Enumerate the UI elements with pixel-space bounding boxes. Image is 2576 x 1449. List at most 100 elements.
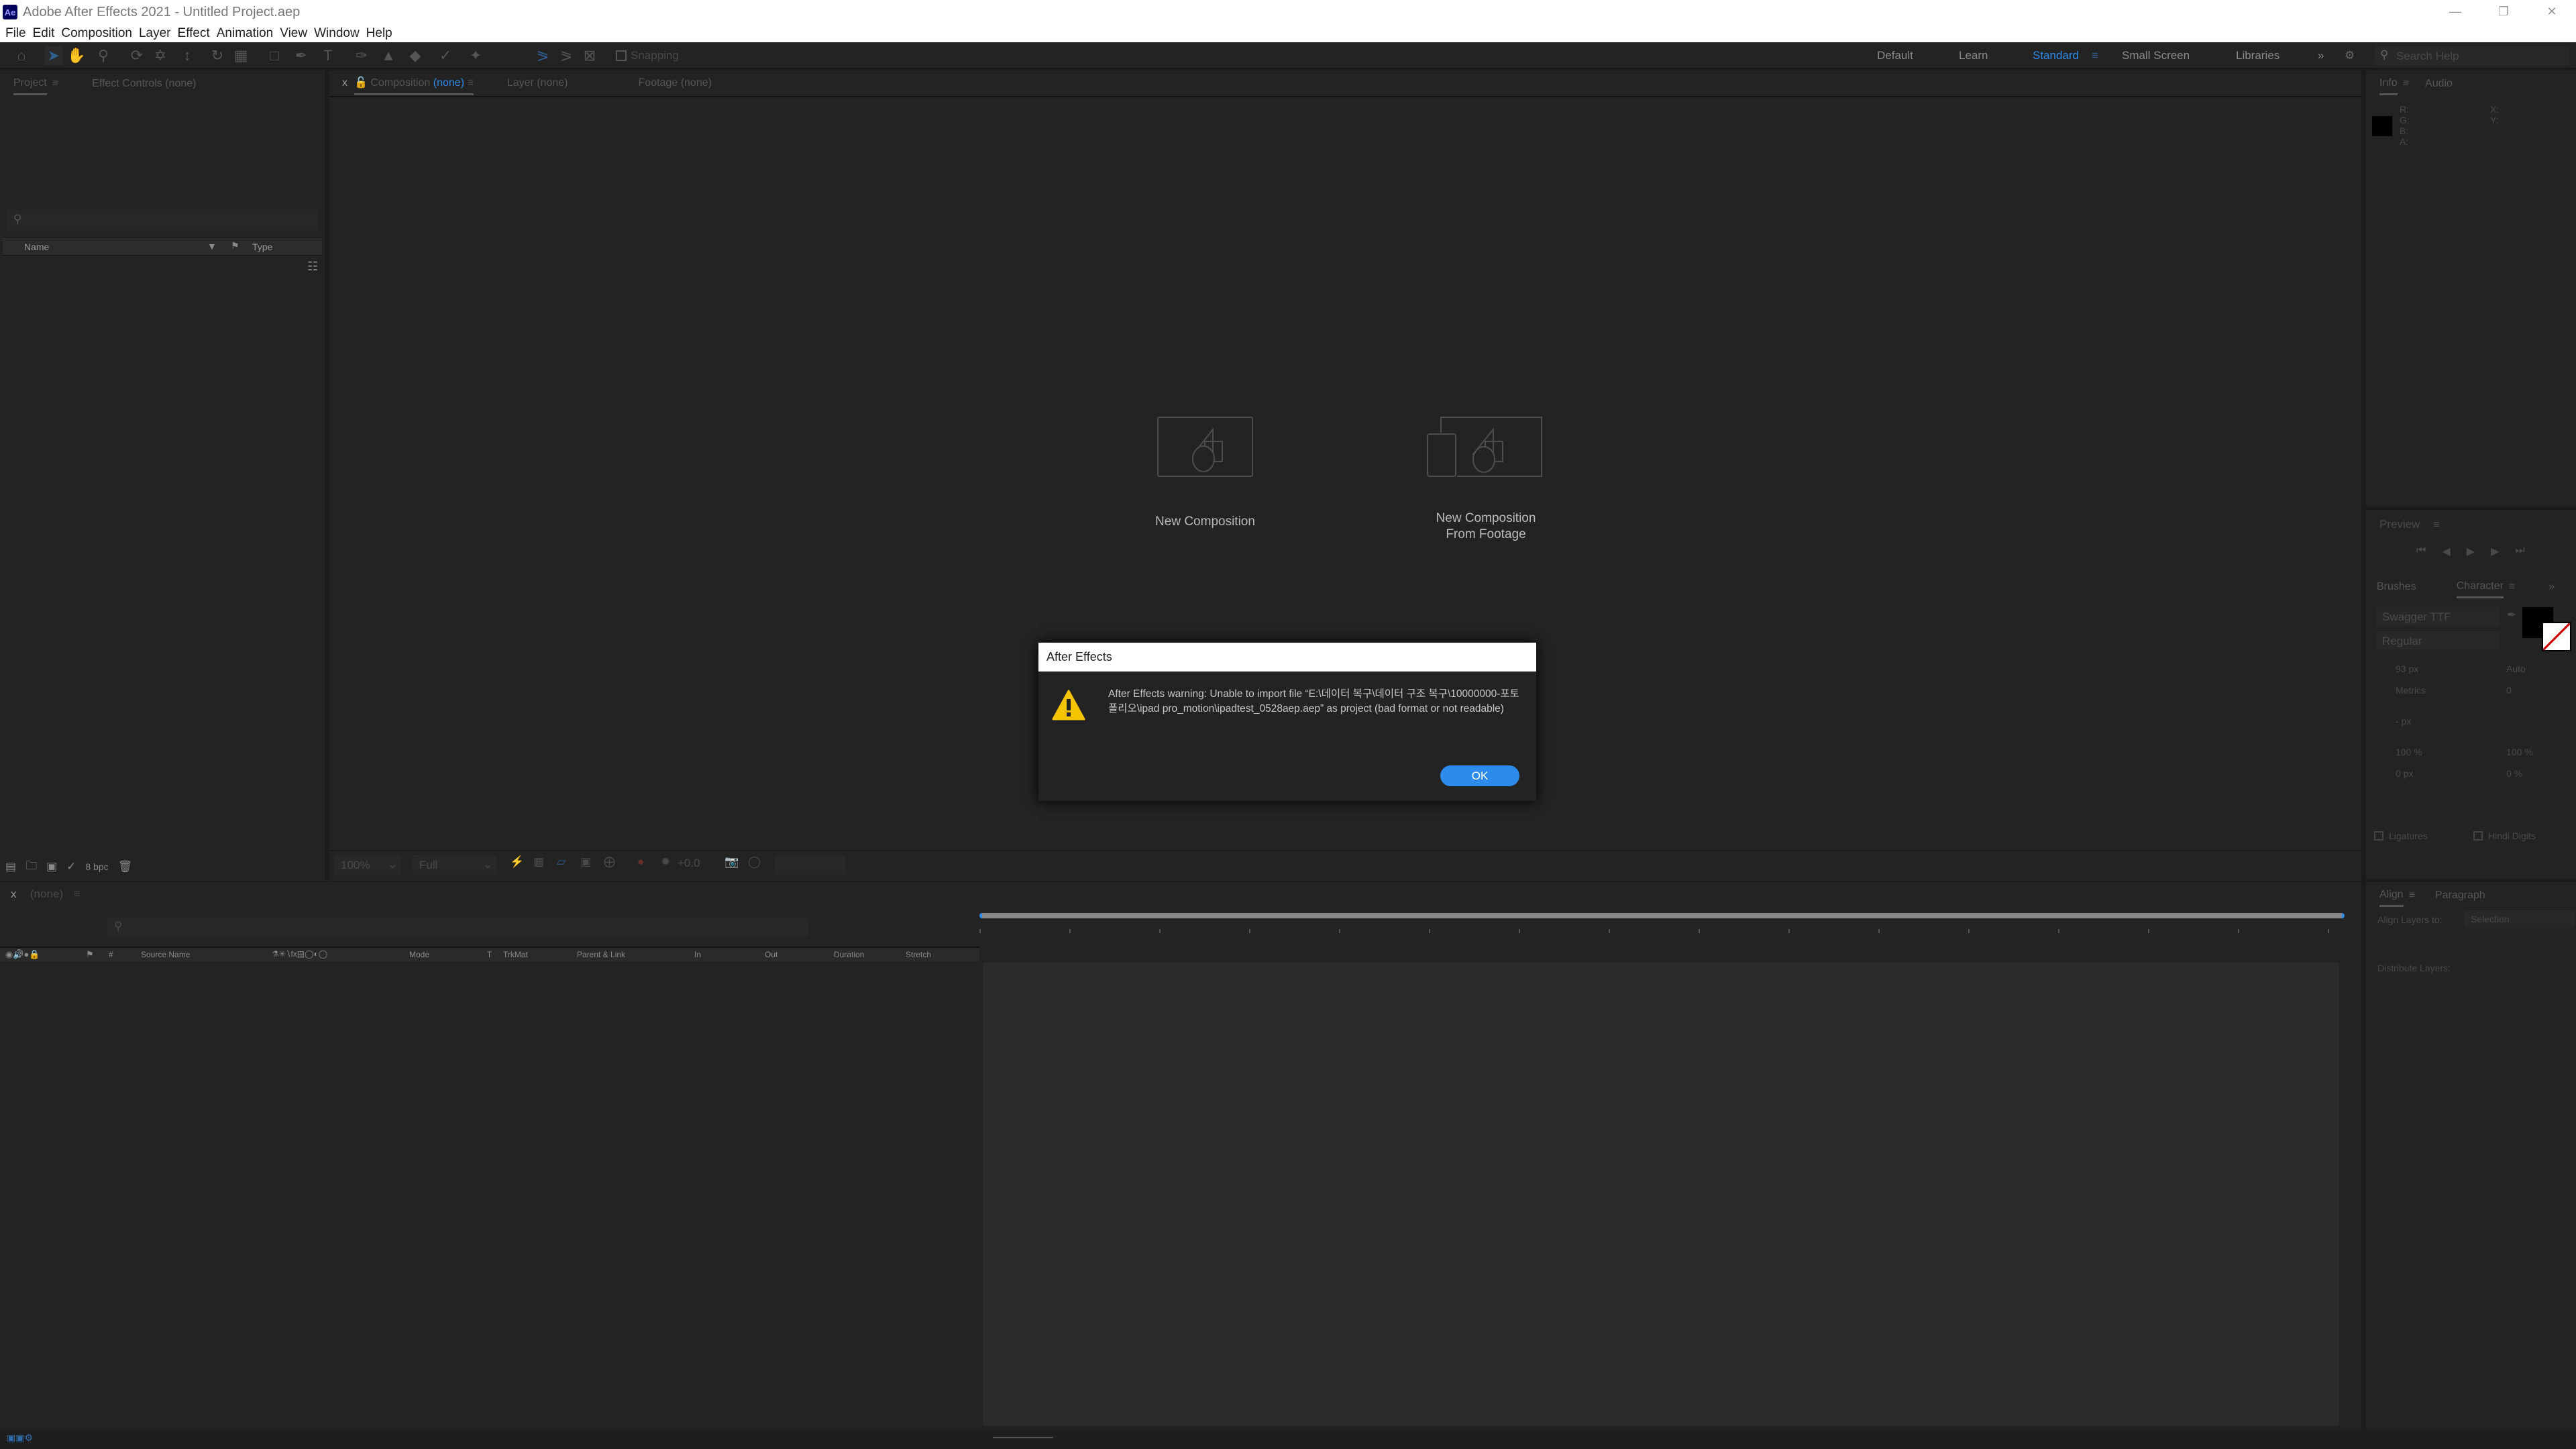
column-name[interactable]: Name [24,241,49,252]
menu-view[interactable]: View [280,26,307,41]
tab-audio[interactable]: Audio [2425,74,2453,94]
transparency-grid-icon[interactable]: ▦ [533,855,544,869]
column-stretch[interactable]: Stretch [906,950,931,959]
restore-icon[interactable]: ❐ [2479,0,2528,24]
close-tab-icon[interactable]: x [11,888,17,901]
camera-view-dropdown[interactable] [775,855,845,874]
new-composition-from-footage-button[interactable] [1426,416,1544,478]
panel-menu-icon[interactable]: ≡ [2433,518,2440,531]
panel-menu-icon[interactable]: ≡ [467,77,473,89]
column-trkmat[interactable]: TrkMat [503,950,528,959]
tab-composition[interactable]: 🔓 Composition (none) ≡ [354,72,474,95]
grid-guides-icon[interactable]: ⨁ [604,855,615,869]
new-composition-label[interactable]: New Composition [1134,515,1277,529]
clone-stamp-icon[interactable]: ▲ [379,46,398,65]
menu-window[interactable]: Window [314,26,360,41]
new-composition-from-footage-label[interactable]: New Composition From Footage [1402,511,1570,543]
tab-footage[interactable]: Footage (none) [639,73,712,93]
close-icon[interactable]: ✕ [2528,0,2576,24]
trash-icon[interactable]: 🗑 [118,860,133,873]
dolly-camera-icon[interactable]: ↕ [178,46,197,65]
fast-previews-icon[interactable]: ⚡ [510,855,524,869]
brush-tool-icon[interactable]: ✑ [352,46,371,65]
tracking-field[interactable]: 0 [2506,685,2512,696]
column-source-name[interactable]: Source Name [141,950,190,959]
panel-menu-icon[interactable]: ≡ [2509,577,2515,597]
ok-button[interactable]: OK [1440,765,1519,786]
panel-menu-icon[interactable]: ≡ [74,888,80,901]
resolution-dropdown[interactable]: Full ⌄ [413,855,496,874]
bit-depth-button[interactable]: 8 bpc [85,861,108,872]
local-axis-icon[interactable]: ⪖ [533,46,552,65]
previous-frame-icon[interactable]: ◀ [2442,545,2450,558]
eyedropper-icon[interactable]: ✒ [2507,608,2516,622]
font-size-field[interactable]: 93 px [2396,663,2418,674]
anchor-tool-icon[interactable]: ▦ [231,46,250,65]
stroke-color-swatch[interactable] [2542,622,2571,651]
menu-composition[interactable]: Composition [61,26,132,41]
last-frame-icon[interactable]: ⏭ [2515,545,2524,558]
pen-tool-icon[interactable]: ✒ [292,46,311,65]
menu-effect[interactable]: Effect [178,26,210,41]
panel-menu-icon[interactable]: ≡ [52,74,58,94]
timeline-search-input[interactable]: ⚲ [107,917,808,937]
snapshot-icon[interactable]: 📷 [724,855,739,869]
tsume-field[interactable]: 0 % [2506,768,2522,779]
more-panels-icon[interactable]: » [2548,577,2555,597]
stroke-width-field[interactable]: - px [2396,716,2411,727]
render-toggle-icons[interactable]: ▣▣⚙ [7,1432,33,1444]
work-area-bar[interactable] [979,913,2345,918]
menu-edit[interactable]: Edit [33,26,55,41]
view-axis-icon[interactable]: ⊠ [580,46,599,65]
menu-file[interactable]: File [5,26,26,41]
tab-layer[interactable]: Layer (none) [507,73,568,93]
leading-field[interactable]: Auto [2506,663,2526,674]
new-composition-button[interactable] [1157,416,1254,478]
tab-brushes[interactable]: Brushes [2377,577,2416,597]
baseline-shift-field[interactable]: 0 px [2396,768,2413,779]
column-type[interactable]: Type [252,241,272,252]
world-axis-icon[interactable]: ⪖ [557,46,576,65]
close-tab-icon[interactable]: x [342,73,347,93]
first-frame-icon[interactable]: ⏮ [2416,545,2426,558]
roto-brush-icon[interactable]: ✓ [436,46,455,65]
align-to-dropdown[interactable]: Selection [2464,910,2575,928]
exposure-value[interactable]: +0.0 [678,857,700,870]
vertical-scale-field[interactable]: 100 % [2396,747,2422,757]
tab-project[interactable]: Project [13,73,47,95]
home-icon[interactable]: ⌂ [12,46,31,65]
tab-paragraph[interactable]: Paragraph [2435,885,2485,906]
tab-align[interactable]: Align [2379,885,2404,907]
column-in[interactable]: In [694,950,701,959]
tab-timeline[interactable]: (none) [30,888,63,901]
menu-layer[interactable]: Layer [139,26,171,41]
column-out[interactable]: Out [765,950,777,959]
pan-camera-icon[interactable]: ✡ [151,46,170,65]
panel-menu-icon[interactable]: ≡ [2409,885,2415,906]
font-family-dropdown[interactable]: Swagger TTF [2375,607,2500,626]
next-frame-icon[interactable]: ▶ [2491,545,2499,558]
play-icon[interactable]: ▶ [2467,545,2475,558]
column-duration[interactable]: Duration [834,950,864,959]
column-mode[interactable]: Mode [409,950,429,959]
workspace-learn[interactable]: Learn [1959,49,1988,62]
puppet-pin-icon[interactable]: ✦ [466,46,485,65]
mask-visibility-icon[interactable]: ▱ [557,855,566,869]
magnification-dropdown[interactable]: 100% ⌄ [334,855,401,874]
new-folder-icon[interactable]: 🗀 [25,857,37,877]
workspace-menu-icon[interactable]: ≡ [2092,49,2098,62]
column-parent-link[interactable]: Parent & Link [577,950,625,959]
ligatures-checkbox[interactable] [2374,831,2383,841]
font-style-dropdown[interactable]: Regular [2375,631,2500,650]
panel-menu-icon[interactable]: ≡ [2403,74,2409,94]
new-composition-icon[interactable]: ▣ [46,860,57,873]
project-search-input[interactable]: ⚲ [7,210,318,230]
tab-info[interactable]: Info [2379,73,2398,95]
hindi-digits-checkbox[interactable] [2473,831,2483,841]
time-ruler[interactable] [979,921,2345,941]
column-number[interactable]: # [109,950,113,959]
tab-character[interactable]: Character [2456,576,2504,598]
workspace-libraries[interactable]: Libraries [2236,49,2279,62]
type-tool-icon[interactable]: T [319,46,337,65]
menu-help[interactable]: Help [366,26,392,41]
